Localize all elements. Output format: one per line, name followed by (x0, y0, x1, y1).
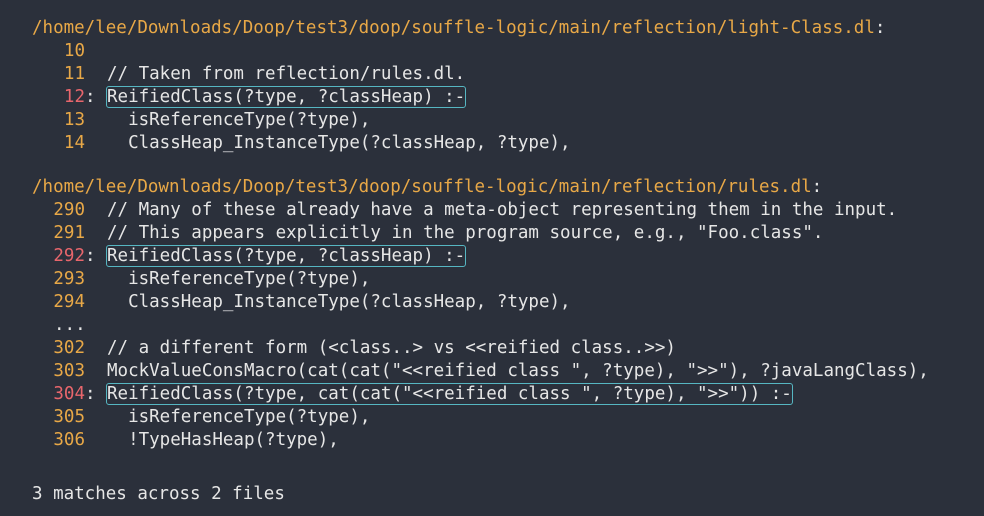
code-text: ClassHeap_InstanceType(?classHeap, ?type… (107, 133, 571, 153)
code-text: isReferenceType(?type), (107, 269, 371, 289)
line-number: 305 (53, 407, 85, 427)
line-number: 303 (53, 361, 85, 381)
line-number: 293 (53, 269, 85, 289)
search-results: /home/lee/Downloads/Doop/test3/doop/souf… (0, 0, 984, 506)
context-line[interactable]: 291 // This appears explicitly in the pro… (32, 222, 984, 245)
context-line[interactable]: 302 // a different form (<class..> vs <<r… (32, 337, 984, 360)
line-separator: : (85, 87, 96, 107)
code-text: MockValueConsMacro(cat(cat("<<reified cl… (107, 361, 929, 381)
context-line[interactable]: 290 // Many of these already have a meta-… (32, 199, 984, 222)
line-number: 13 (63, 110, 85, 130)
context-line[interactable]: 11 // Taken from reflection/rules.dl. (32, 63, 984, 86)
line-number: 292 (53, 246, 85, 266)
blank-separator (32, 155, 984, 176)
context-line[interactable]: 305 isReferenceType(?type), (32, 406, 984, 429)
match-line[interactable]: 12: ReifiedClass(?type, ?classHeap) :- (32, 86, 984, 109)
path-colon: : (874, 18, 886, 38)
context-line[interactable]: 10 (32, 40, 984, 63)
line-number: 11 (63, 64, 85, 84)
line-number: 14 (63, 133, 85, 153)
code-text: // This appears explicitly in the progra… (107, 223, 824, 243)
line-number: 290 (53, 200, 85, 220)
match-line[interactable]: 304: ReifiedClass(?type, cat(cat("<<reifi… (32, 383, 984, 406)
code-text: // a different form (<class..> vs <<reif… (107, 338, 676, 358)
line-number: 302 (53, 338, 85, 358)
line-number: 12 (63, 87, 85, 107)
context-line[interactable]: 13 isReferenceType(?type), (32, 109, 984, 132)
match-line[interactable]: 292: ReifiedClass(?type, ?classHeap) :- (32, 245, 984, 268)
context-line[interactable]: 306 !TypeHasHeap(?type), (32, 429, 984, 452)
file-result-block: /home/lee/Downloads/Doop/test3/doop/souf… (32, 17, 984, 155)
line-number: 10 (63, 41, 85, 61)
context-line[interactable]: 14 ClassHeap_InstanceType(?classHeap, ?t… (32, 132, 984, 155)
context-line[interactable]: 293 isReferenceType(?type), (32, 268, 984, 291)
blank-separator (32, 452, 984, 473)
code-text: // Many of these already have a meta-obj… (107, 200, 898, 220)
line-number: 304 (53, 384, 85, 404)
highlighted-match-text: ReifiedClass(?type, ?classHeap) :- (105, 86, 467, 108)
line-separator: : (85, 246, 96, 266)
context-line[interactable]: 303 MockValueConsMacro(cat(cat("<<reified… (32, 360, 984, 383)
file-path[interactable]: /home/lee/Downloads/Doop/test3/doop/souf… (32, 177, 812, 197)
code-text: ClassHeap_InstanceType(?classHeap, ?type… (107, 292, 571, 312)
line-number: 294 (53, 292, 85, 312)
code-text: !TypeHasHeap(?type), (107, 430, 339, 450)
line-number: 291 (53, 223, 85, 243)
file-result-block: /home/lee/Downloads/Doop/test3/doop/souf… (32, 176, 984, 452)
file-path-header[interactable]: /home/lee/Downloads/Doop/test3/doop/souf… (32, 17, 984, 40)
file-path-header[interactable]: /home/lee/Downloads/Doop/test3/doop/souf… (32, 176, 984, 199)
ellipsis-line[interactable]: ... (32, 314, 984, 337)
line-number: ... (54, 315, 86, 335)
context-line[interactable]: 294 ClassHeap_InstanceType(?classHeap, ?… (32, 291, 984, 314)
line-separator: : (85, 384, 96, 404)
match-summary: 3 matches across 2 files (32, 484, 285, 504)
code-text: isReferenceType(?type), (107, 110, 371, 130)
highlighted-match-text: ReifiedClass(?type, cat(cat("<<reified c… (106, 383, 793, 405)
code-text: isReferenceType(?type), (107, 407, 371, 427)
code-text: // Taken from reflection/rules.dl. (107, 64, 466, 84)
path-colon: : (811, 177, 823, 197)
line-number: 306 (53, 430, 85, 450)
highlighted-match-text: ReifiedClass(?type, ?classHeap) :- (105, 245, 467, 267)
file-path[interactable]: /home/lee/Downloads/Doop/test3/doop/souf… (32, 18, 875, 38)
